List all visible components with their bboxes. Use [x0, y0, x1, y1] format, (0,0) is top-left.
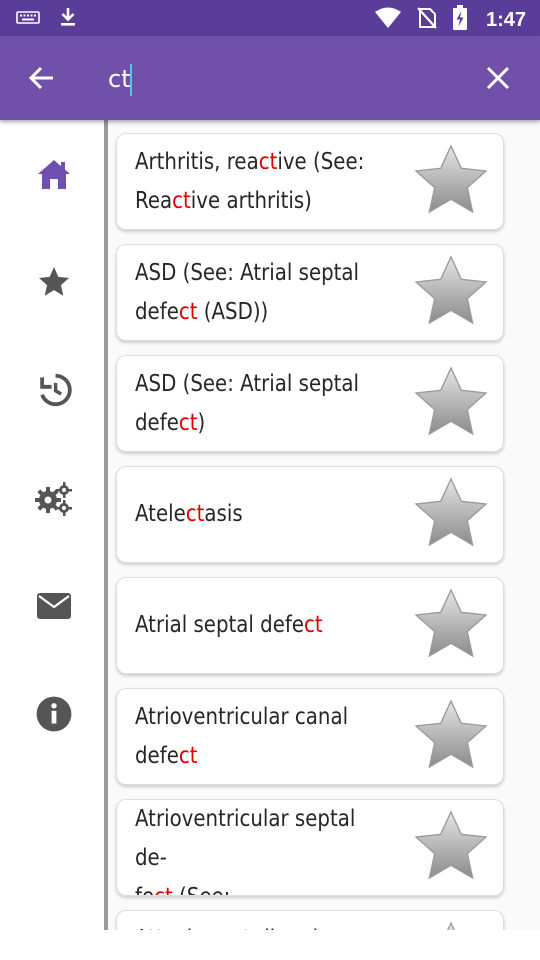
sidebar	[0, 120, 108, 930]
result-title-line: Arthritis, reactive (See:	[135, 143, 376, 182]
back-arrow-icon[interactable]	[22, 58, 62, 98]
home-icon	[38, 160, 70, 189]
result-title: Atelectasis	[135, 467, 415, 562]
result-card[interactable]: Atrioventricular canal defect	[116, 688, 504, 785]
match-highlight: ct	[178, 742, 198, 769]
title-text: ASD (See: Atrial septal	[135, 259, 360, 286]
mail-icon	[37, 593, 71, 619]
result-title-line: Atrial septal defect	[135, 606, 376, 645]
result-card[interactable]: ASD (See: Atrial septal defect)	[116, 355, 504, 452]
result-title: Atrial septal defect	[135, 578, 415, 673]
match-highlight: ct	[178, 409, 198, 436]
result-title-line: Atelectasis	[135, 495, 376, 534]
title-text: Atrioventricular canal	[135, 703, 349, 730]
title-text: ive (See:	[277, 148, 365, 175]
result-title: Arthritis, reactive (See: Reactive arthri…	[135, 134, 415, 229]
match-highlight: ct	[178, 298, 198, 325]
title-text: defe	[135, 298, 179, 325]
battery-charging-icon	[452, 5, 468, 35]
app-bar	[0, 36, 540, 120]
result-title: ASD (See: Atrial septal defect)	[135, 356, 415, 451]
result-title: Atrioventricular septal de-fect (See: At…	[135, 800, 415, 895]
text-cursor	[130, 64, 132, 96]
star-icon	[39, 267, 69, 296]
title-text: Atele	[135, 501, 186, 527]
sidebar-item-history[interactable]	[30, 366, 78, 414]
title-text: defe	[135, 409, 179, 436]
favorite-star-icon[interactable]	[411, 696, 491, 776]
result-title-line: defect)	[135, 404, 376, 443]
download-icon	[58, 6, 78, 32]
favorite-star-icon[interactable]	[411, 918, 491, 930]
title-text: Arthritis, rea	[135, 148, 259, 175]
status-bar: 1:47	[0, 0, 540, 36]
sidebar-item-contact[interactable]	[30, 582, 78, 630]
result-card[interactable]: Atrial septal defect	[116, 577, 504, 674]
result-title: Atrioventricular canal defect	[135, 689, 415, 784]
info-icon	[36, 696, 72, 732]
favorite-star-icon[interactable]	[411, 252, 491, 332]
title-text: ASD (See: Atrial septal	[135, 370, 360, 397]
title-text: asis	[204, 501, 243, 527]
result-card[interactable]: Attachment disorder (See:	[116, 910, 504, 930]
title-text: Rea	[135, 187, 173, 214]
result-title-line: defect (ASD))	[135, 293, 376, 332]
title-text: )	[197, 409, 206, 436]
favorite-star-icon[interactable]	[411, 807, 491, 887]
result-title-line: ASD (See: Atrial septal	[135, 254, 376, 293]
match-highlight: ct	[304, 612, 323, 638]
result-title-line: Reactive arthritis)	[135, 182, 376, 221]
clock: 1:47	[485, 8, 526, 31]
match-highlight: ct	[172, 187, 191, 214]
wifi-icon	[374, 6, 402, 34]
result-title-line: Atrioventricular septal de-	[135, 800, 376, 878]
result-card[interactable]: Arthritis, reactive (See: Reactive arthri…	[116, 133, 504, 230]
sidebar-item-about[interactable]	[30, 690, 78, 738]
title-text: Atrial septal defe	[135, 612, 305, 638]
gears-icon	[35, 482, 72, 516]
favorite-star-icon[interactable]	[411, 585, 491, 665]
match-highlight: ct	[258, 148, 278, 175]
sidebar-item-home[interactable]	[30, 150, 78, 198]
title-text: (ASD))	[197, 298, 269, 325]
search-input[interactable]	[108, 60, 468, 98]
result-card[interactable]: Atrioventricular septal de-fect (See: At…	[116, 799, 504, 896]
result-title: ASD (See: Atrial septal defect (ASD))	[135, 245, 415, 340]
keyboard-icon	[16, 8, 40, 30]
result-title: Attachment disorder (See:	[135, 911, 415, 931]
title-text: ive arthritis)	[190, 187, 312, 214]
bottom-strip	[0, 930, 540, 960]
title-text: fe	[135, 884, 154, 895]
title-text: Atrioventricular septal de-	[135, 806, 356, 871]
sidebar-item-settings[interactable]	[30, 474, 78, 522]
close-icon[interactable]	[478, 58, 518, 98]
result-title-line: fect (See: Atrioventricular	[135, 878, 376, 895]
favorite-star-icon[interactable]	[411, 141, 491, 221]
favorite-star-icon[interactable]	[411, 363, 491, 443]
no-sim-icon	[416, 6, 438, 34]
history-icon	[40, 373, 72, 407]
result-card[interactable]: ASD (See: Atrial septal defect (ASD))	[116, 244, 504, 341]
result-title-line: ASD (See: Atrial septal	[135, 365, 376, 404]
result-card[interactable]: Atelectasis	[116, 466, 504, 563]
match-highlight: ct	[185, 501, 205, 527]
title-text: defe	[135, 742, 179, 769]
match-highlight: ct	[154, 884, 173, 895]
result-title-line: defect	[135, 737, 376, 776]
sidebar-item-favorites[interactable]	[30, 258, 78, 306]
results-list[interactable]: Arthritis, reactive (See: Reactive arthri…	[108, 120, 540, 930]
favorite-star-icon[interactable]	[411, 474, 491, 554]
result-title-line: Atrioventricular canal	[135, 698, 376, 737]
result-title-line: Attachment disorder (See:	[135, 920, 376, 931]
